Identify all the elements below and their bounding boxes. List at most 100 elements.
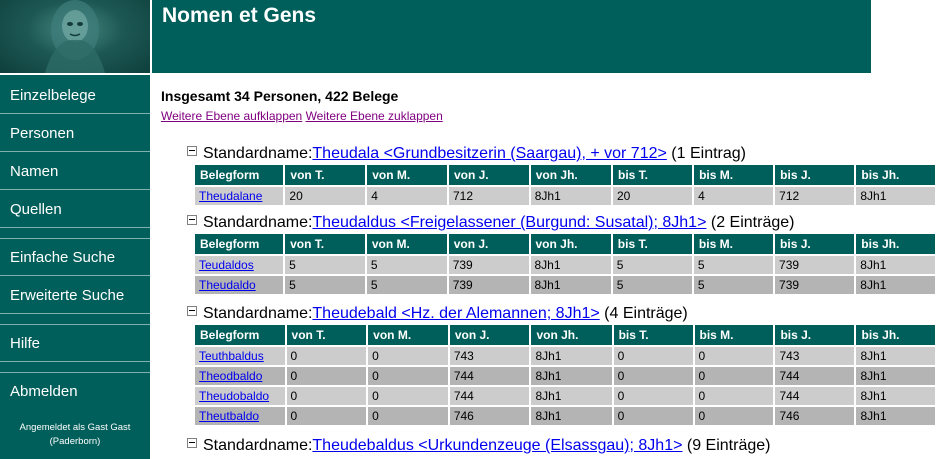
column-header: von M. xyxy=(367,165,447,185)
table-header-row: Belegform von T. von M. von J. von Jh. bis T.… xyxy=(195,234,935,254)
table-cell: 5 xyxy=(366,276,447,294)
table-cell: 8Jh1 xyxy=(856,187,935,205)
table-cell: 712 xyxy=(775,187,855,205)
column-header: von J. xyxy=(449,325,530,345)
collapse-toggle-icon[interactable] xyxy=(187,146,197,156)
sidebar-divider xyxy=(0,361,150,362)
entry-count: (9 Einträge) xyxy=(682,437,771,454)
table-cell: 744 xyxy=(449,367,530,385)
column-header: bis M. xyxy=(694,165,774,185)
column-header: bis T. xyxy=(612,234,692,254)
collapse-toggle-icon[interactable] xyxy=(187,438,197,448)
column-header: von T. xyxy=(285,234,365,254)
belegform-link[interactable]: Teuthbaldus xyxy=(199,349,264,363)
table-row: Theodbaldo 0 0 744 8Jh1 0 0 744 8Jh1 xyxy=(195,367,935,385)
table-cell: 0 xyxy=(286,387,367,405)
expand-level-link[interactable]: Weitere Ebene aufklappen xyxy=(161,109,302,123)
sidebar: Einzelbelege Personen Namen Quellen Einf… xyxy=(0,75,150,459)
table-cell: 0 xyxy=(368,407,448,425)
collapse-toggle-icon[interactable] xyxy=(187,215,197,225)
belegform-table: Belegform von T. von M. von J. von Jh. bis T.… xyxy=(193,163,937,207)
sidebar-item-personen[interactable]: Personen xyxy=(0,125,150,142)
name-group-header: Standardname:Theudaldus <Freigelassener … xyxy=(187,213,937,232)
app-header: Nomen et Gens xyxy=(152,0,871,73)
table-cell: 5 xyxy=(612,276,692,294)
belegform-cell: Teudaldos xyxy=(195,256,284,274)
table-cell: 746 xyxy=(775,407,855,425)
table-cell: 0 xyxy=(613,387,693,405)
sidebar-divider xyxy=(0,275,150,276)
table-cell: 5 xyxy=(693,276,774,294)
login-location: (Paderborn) xyxy=(49,436,101,447)
table-cell: 712 xyxy=(448,187,529,205)
column-header: bis J. xyxy=(775,234,855,254)
standardname-link[interactable]: Theudaldus <Freigelassener (Burgund: Sus… xyxy=(312,214,706,231)
table-cell: 5 xyxy=(366,256,447,274)
sidebar-item-einfache-suche[interactable]: Einfache Suche xyxy=(0,249,150,266)
belegform-link[interactable]: Theutbaldo xyxy=(199,409,259,423)
sidebar-item-quellen[interactable]: Quellen xyxy=(0,201,150,218)
column-header: bis Jh. xyxy=(856,165,935,185)
table-cell: 739 xyxy=(775,256,855,274)
table-cell: 744 xyxy=(449,387,530,405)
belegform-table: Belegform von T. von M. von J. von Jh. bis T.… xyxy=(193,323,937,427)
belegform-link[interactable]: Theudobaldo xyxy=(199,389,269,403)
column-header: Belegform xyxy=(195,234,284,254)
sidebar-divider xyxy=(0,189,150,190)
belegform-cell: Theudalane xyxy=(195,187,284,205)
table-row: Teudaldos 5 5 739 8Jh1 5 5 739 8Jh1 xyxy=(195,256,935,274)
belegform-link[interactable]: Teudaldos xyxy=(199,258,254,272)
name-group: Standardname:Theudala <Grundbesitzerin (… xyxy=(187,144,937,207)
column-header: bis J. xyxy=(775,325,855,345)
sidebar-item-namen[interactable]: Namen xyxy=(0,163,150,180)
column-header: von J. xyxy=(448,234,529,254)
table-cell: 8Jh1 xyxy=(531,407,612,425)
column-header: bis T. xyxy=(613,165,693,185)
entry-count: (4 Einträge) xyxy=(599,305,688,322)
belegform-cell: Theudaldo xyxy=(195,276,284,294)
belegform-link[interactable]: Theudalane xyxy=(199,189,262,203)
standardname-link[interactable]: Theudebald <Hz. der Alemannen; 8Jh1> xyxy=(312,305,599,322)
collapse-toggle-icon[interactable] xyxy=(187,306,197,316)
column-header: von T. xyxy=(285,165,366,185)
table-cell: 739 xyxy=(448,256,529,274)
belegform-table: Belegform von T. von M. von J. von Jh. bis T.… xyxy=(193,232,937,296)
column-header: Belegform xyxy=(195,165,284,185)
standardname-link[interactable]: Theudala <Grundbesitzerin (Saargau), + v… xyxy=(312,145,666,162)
table-cell: 8Jh1 xyxy=(531,387,612,405)
result-summary: Insgesamt 34 Personen, 422 Belege xyxy=(161,88,399,104)
table-cell: 5 xyxy=(285,276,365,294)
belegform-link[interactable]: Theudaldo xyxy=(199,278,256,292)
sidebar-divider xyxy=(0,372,150,373)
sidebar-divider xyxy=(0,324,150,325)
sidebar-item-einzelbelege[interactable]: Einzelbelege xyxy=(0,87,150,104)
column-header: Belegform xyxy=(195,325,285,345)
table-cell: 20 xyxy=(613,187,693,205)
sidebar-divider xyxy=(0,113,150,114)
table-cell: 0 xyxy=(694,387,774,405)
table-cell: 4 xyxy=(367,187,447,205)
entry-count: (1 Eintrag) xyxy=(666,145,746,162)
table-cell: 743 xyxy=(775,347,855,365)
sidebar-item-hilfe[interactable]: Hilfe xyxy=(0,335,150,352)
belegform-link[interactable]: Theodbaldo xyxy=(199,369,262,383)
login-status: Angemeldet als Gast Gast (Paderborn) xyxy=(0,421,150,449)
sidebar-item-erweiterte-suche[interactable]: Erweiterte Suche xyxy=(0,287,150,304)
table-cell: 8Jh1 xyxy=(531,347,612,365)
table-cell: 0 xyxy=(694,367,774,385)
standardname-link[interactable]: Theudebaldus <Urkundenzeuge (Elsassgau);… xyxy=(312,437,682,454)
table-cell: 4 xyxy=(694,187,774,205)
table-cell: 743 xyxy=(449,347,530,365)
table-cell: 0 xyxy=(286,367,367,385)
table-cell: 5 xyxy=(693,256,774,274)
sidebar-divider xyxy=(0,151,150,152)
column-header: bis J. xyxy=(775,165,855,185)
column-header: von Jh. xyxy=(530,234,611,254)
table-row: Theudalane 20 4 712 8Jh1 20 4 712 8Jh1 xyxy=(195,187,935,205)
collapse-level-link[interactable]: Weitere Ebene zuklappen xyxy=(306,109,443,123)
sidebar-divider xyxy=(0,313,150,314)
table-cell: 0 xyxy=(286,347,367,365)
standardname-prefix: Standardname: xyxy=(203,305,313,322)
table-cell: 8Jh1 xyxy=(856,407,935,425)
sidebar-item-abmelden[interactable]: Abmelden xyxy=(0,383,150,400)
